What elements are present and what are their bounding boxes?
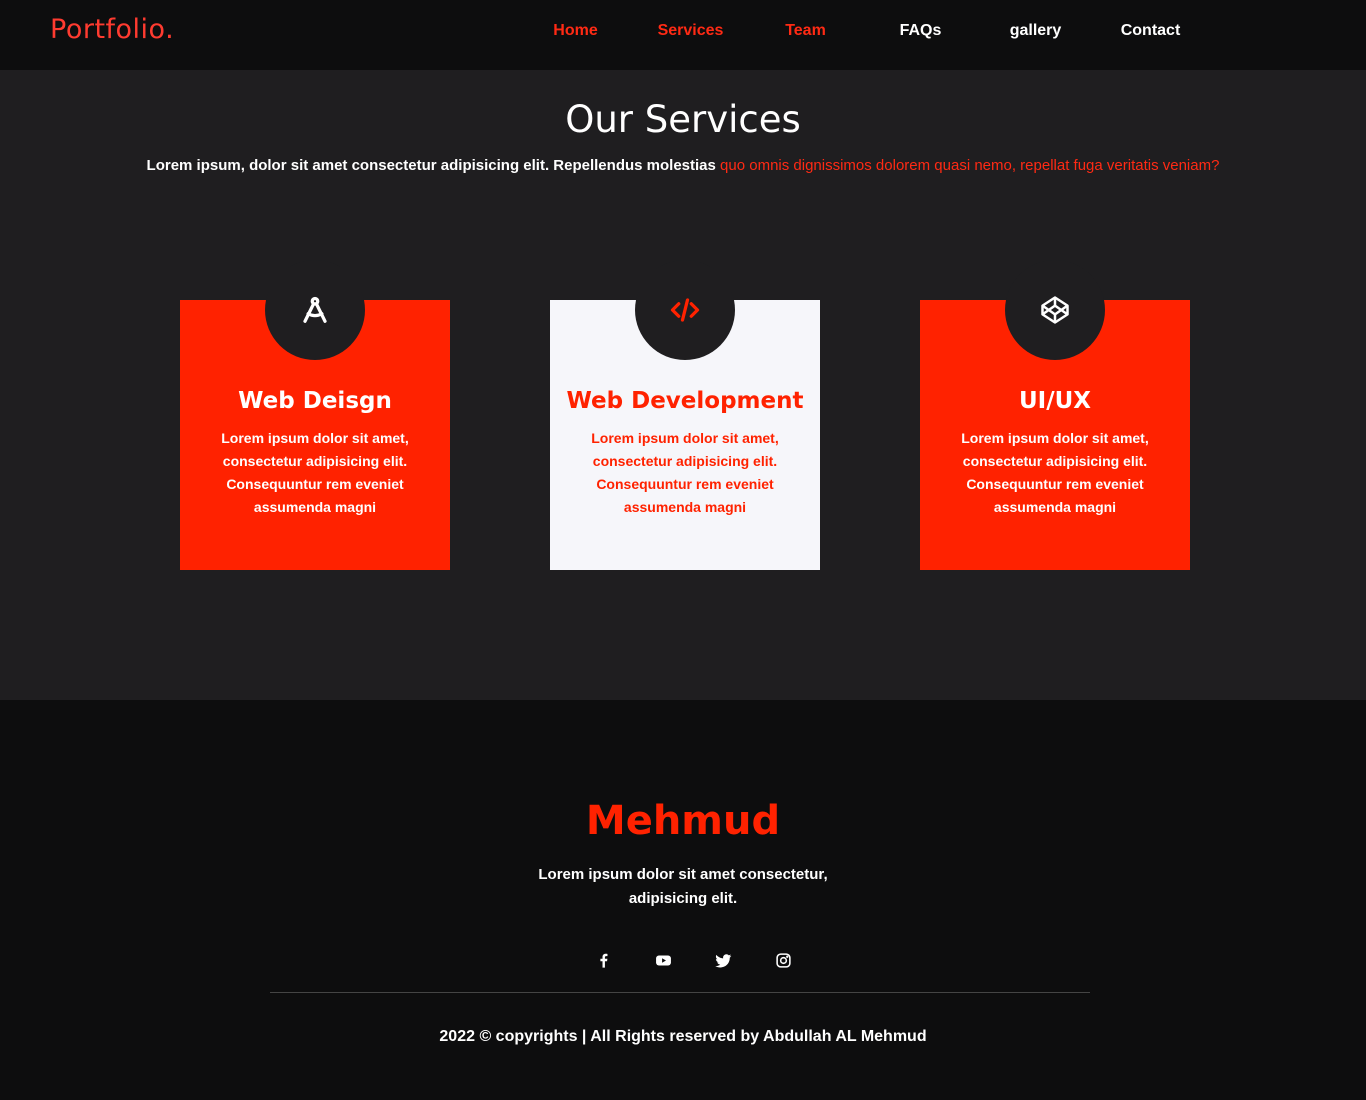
twitter-icon — [714, 953, 731, 967]
service-card-title: Web Development — [566, 388, 804, 414]
compass-icon — [303, 296, 327, 323]
nav-link-home[interactable]: Home — [518, 22, 633, 40]
footer: Mehmud Lorem ipsum dolor sit amet consec… — [0, 700, 1366, 1100]
footer-divider — [270, 992, 1090, 993]
service-icon-circle — [1005, 260, 1105, 360]
service-card-title: Web Deisgn — [238, 388, 392, 414]
navbar: Portfolio. Home Services Team FAQs galle… — [0, 0, 1366, 70]
service-card-web-development: Web Development Lorem ipsum dolor sit am… — [550, 260, 820, 570]
service-card-text: Lorem ipsum dolor sit amet, consectetur … — [591, 430, 779, 515]
facebook-link[interactable] — [591, 948, 615, 972]
services-title: Our Services — [565, 98, 801, 141]
nav-link-team[interactable]: Team — [748, 22, 863, 40]
codepen-icon — [1041, 296, 1069, 324]
services-desc-plain: Lorem ipsum, dolor sit amet consectetur … — [146, 157, 721, 174]
service-card-ui-ux: UI/UX Lorem ipsum dolor sit amet, consec… — [920, 260, 1190, 570]
logo[interactable]: Portfolio. — [50, 14, 174, 45]
nav-link-contact[interactable]: Contact — [1093, 22, 1208, 40]
footer-name: Mehmud — [585, 798, 781, 844]
service-card-text: Lorem ipsum dolor sit amet, consectetur … — [221, 430, 409, 515]
service-card-text: Lorem ipsum dolor sit amet, consectetur … — [961, 430, 1149, 515]
logo-dot: . — [165, 14, 175, 45]
nav-link-faqs[interactable]: FAQs — [863, 22, 978, 40]
services-description: Lorem ipsum, dolor sit amet consectetur … — [0, 157, 1366, 174]
footer-description: Lorem ipsum dolor sit amet consectetur, … — [538, 866, 828, 907]
code-icon — [670, 298, 700, 322]
instagram-link[interactable] — [771, 948, 795, 972]
nav-link-gallery[interactable]: gallery — [978, 22, 1093, 40]
service-card-web-design: Web Deisgn Lorem ipsum dolor sit amet, c… — [180, 260, 450, 570]
logo-text: Portfolio — [50, 14, 166, 45]
service-card-title: UI/UX — [1018, 388, 1092, 414]
instagram-icon — [775, 952, 791, 968]
facebook-icon — [599, 953, 607, 968]
service-icon-circle — [635, 260, 735, 360]
nav-link-services[interactable]: Services — [633, 22, 748, 40]
youtube-link[interactable] — [651, 948, 675, 972]
service-icon-circle — [265, 260, 365, 360]
services-desc-highlight: quo omnis dignissimos dolorem quasi nemo… — [720, 157, 1220, 174]
youtube-icon — [655, 955, 671, 965]
copyright-text: 2022 © copyrights | All Rights reserved … — [439, 1028, 927, 1045]
twitter-link[interactable] — [711, 948, 735, 972]
